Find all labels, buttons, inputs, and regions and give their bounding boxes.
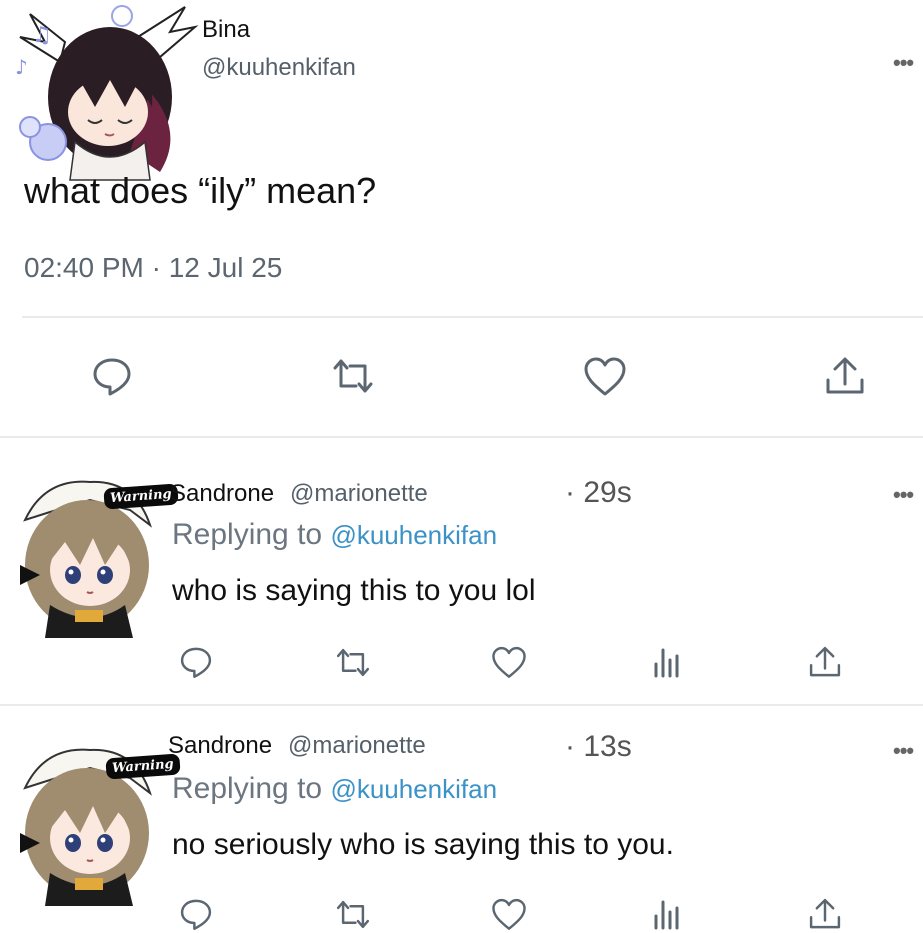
replying-label: Replying to xyxy=(172,772,323,805)
replying-mention[interactable]: @kuuhenkifan xyxy=(330,774,497,804)
retweet-icon[interactable] xyxy=(334,898,372,931)
reply-icon[interactable] xyxy=(90,354,134,398)
divider xyxy=(22,316,923,318)
reply-text: no seriously who is saying this to you. xyxy=(172,828,674,861)
reply-time[interactable]: · 29s xyxy=(565,476,632,510)
views-icon[interactable] xyxy=(652,896,682,930)
retweet-icon[interactable] xyxy=(334,646,372,679)
views-icon[interactable] xyxy=(652,644,682,678)
divider xyxy=(0,704,923,706)
tweet-timestamp[interactable]: 02:40 PM · 12 Jul 25 xyxy=(24,252,282,284)
svg-text:♪: ♪ xyxy=(15,55,28,79)
more-dots-icon[interactable]: ••• xyxy=(893,50,914,76)
share-icon[interactable] xyxy=(806,896,844,932)
tweet-text: what does “ily” mean? xyxy=(24,170,377,211)
author-name[interactable]: Bina xyxy=(202,16,250,44)
reply-author-name[interactable]: Sandrone xyxy=(170,480,274,508)
reply-author-handle[interactable]: @marionette xyxy=(290,480,428,508)
avatar-bina-image: ♫ ♪ xyxy=(15,5,199,181)
replying-mention[interactable]: @kuuhenkifan xyxy=(330,520,497,550)
avatar-bina[interactable]: ♫ ♪ xyxy=(10,2,200,182)
reply-author-handle[interactable]: @marionette xyxy=(288,732,426,760)
share-icon[interactable] xyxy=(822,354,868,398)
replying-to: Replying to @kuuhenkifan xyxy=(172,772,497,806)
more-dots-icon[interactable]: ••• xyxy=(893,482,914,508)
more-dots-icon[interactable]: ••• xyxy=(893,738,914,764)
like-icon[interactable] xyxy=(582,354,628,398)
reply-author-name[interactable]: Sandrone xyxy=(168,732,272,760)
like-icon[interactable] xyxy=(490,644,528,680)
reply-time[interactable]: · 13s xyxy=(565,730,632,764)
reply-icon[interactable] xyxy=(178,644,214,680)
divider xyxy=(0,436,923,438)
svg-text:♫: ♫ xyxy=(32,23,52,48)
reply-icon[interactable] xyxy=(178,896,214,932)
reply-text: who is saying this to you lol xyxy=(172,574,536,607)
replying-label: Replying to xyxy=(172,518,323,551)
retweet-icon[interactable] xyxy=(330,356,376,396)
share-icon[interactable] xyxy=(806,644,844,680)
author-handle[interactable]: @kuuhenkifan xyxy=(202,54,356,82)
like-icon[interactable] xyxy=(490,896,528,932)
replying-to: Replying to @kuuhenkifan xyxy=(172,518,497,552)
